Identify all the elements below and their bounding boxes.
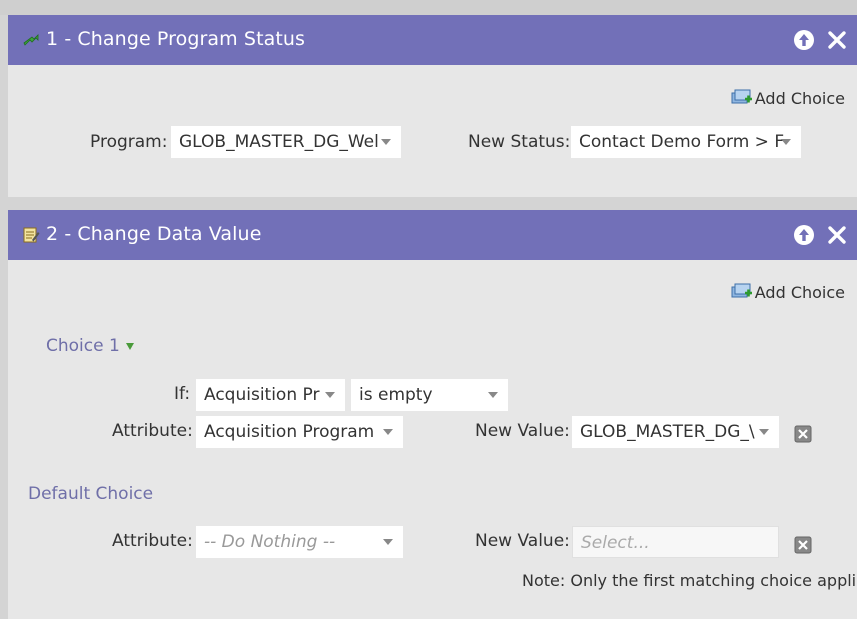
flow-step-change-program-status: 1 - Change Program Status Add Choice Pro… <box>8 15 857 197</box>
panel-title: 2 - Change Data Value <box>46 223 262 245</box>
add-choice-icon <box>731 283 752 298</box>
default-new-value-input[interactable]: Select... <box>572 526 779 558</box>
add-choice-label: Add Choice <box>754 282 845 302</box>
attribute-label: Attribute: <box>112 421 193 441</box>
flow-step-change-data-value: 2 - Change Data Value Add Choice Choice … <box>8 210 857 619</box>
if-operator-value: is empty <box>359 385 433 405</box>
new-value-label: New Value: <box>475 421 570 441</box>
add-choice-button[interactable]: Add Choice <box>731 282 845 302</box>
close-icon[interactable] <box>826 224 848 246</box>
top-strip <box>0 0 857 15</box>
if-label: If: <box>174 384 191 404</box>
default-new-value-placeholder: Select... <box>581 533 650 553</box>
chevron-down-icon <box>781 139 791 145</box>
program-select-value: GLOB_MASTER_DG_Wel <box>179 132 379 152</box>
chevron-down-icon <box>759 429 769 435</box>
attribute-value: Acquisition Program <box>204 422 375 442</box>
chevron-down-icon <box>325 392 335 398</box>
change-data-value-icon <box>23 227 40 243</box>
move-up-icon[interactable] <box>793 224 815 246</box>
new-value-value: GLOB_MASTER_DG_\ <box>580 422 755 442</box>
move-up-icon[interactable] <box>793 29 815 51</box>
choice-1-toggle[interactable]: Choice 1 <box>46 336 135 356</box>
attribute-select[interactable]: Acquisition Program <box>196 416 403 448</box>
default-attribute-select[interactable]: -- Do Nothing -- <box>196 526 403 558</box>
if-operator-select[interactable]: is empty <box>351 379 508 411</box>
default-choice-label: Default Choice <box>28 484 154 504</box>
new-status-label: New Status: <box>468 132 571 152</box>
choice-1-label: Choice 1 <box>46 336 120 356</box>
panel-header: 2 - Change Data Value <box>8 210 857 260</box>
if-field-select[interactable]: Acquisition Pr <box>196 379 345 411</box>
remove-choice-icon[interactable] <box>794 425 812 443</box>
matching-note: Note: Only the first matching choice app… <box>522 571 857 590</box>
chevron-down-icon <box>381 139 391 145</box>
remove-default-choice-icon[interactable] <box>794 536 812 554</box>
chevron-down-icon <box>488 392 498 398</box>
program-label: Program: <box>90 132 168 152</box>
add-choice-button[interactable]: Add Choice <box>731 88 845 108</box>
panel-title: 1 - Change Program Status <box>46 28 306 50</box>
chevron-down-icon <box>383 539 393 545</box>
panel-header: 1 - Change Program Status <box>8 15 857 65</box>
triangle-down-icon <box>126 343 135 350</box>
default-attribute-label: Attribute: <box>112 531 193 551</box>
chevron-down-icon <box>383 429 393 435</box>
change-status-icon <box>23 34 39 46</box>
new-status-select-value: Contact Demo Form > F <box>579 132 785 152</box>
program-select[interactable]: GLOB_MASTER_DG_Wel <box>171 126 401 158</box>
add-choice-label: Add Choice <box>754 88 845 108</box>
if-field-value: Acquisition Pr <box>204 385 320 405</box>
close-icon[interactable] <box>826 29 848 51</box>
default-attribute-value: -- Do Nothing -- <box>204 532 336 552</box>
add-choice-icon <box>731 89 752 104</box>
new-status-select[interactable]: Contact Demo Form > F <box>571 126 801 158</box>
default-new-value-label: New Value: <box>475 531 570 551</box>
new-value-select[interactable]: GLOB_MASTER_DG_\ <box>572 416 779 448</box>
